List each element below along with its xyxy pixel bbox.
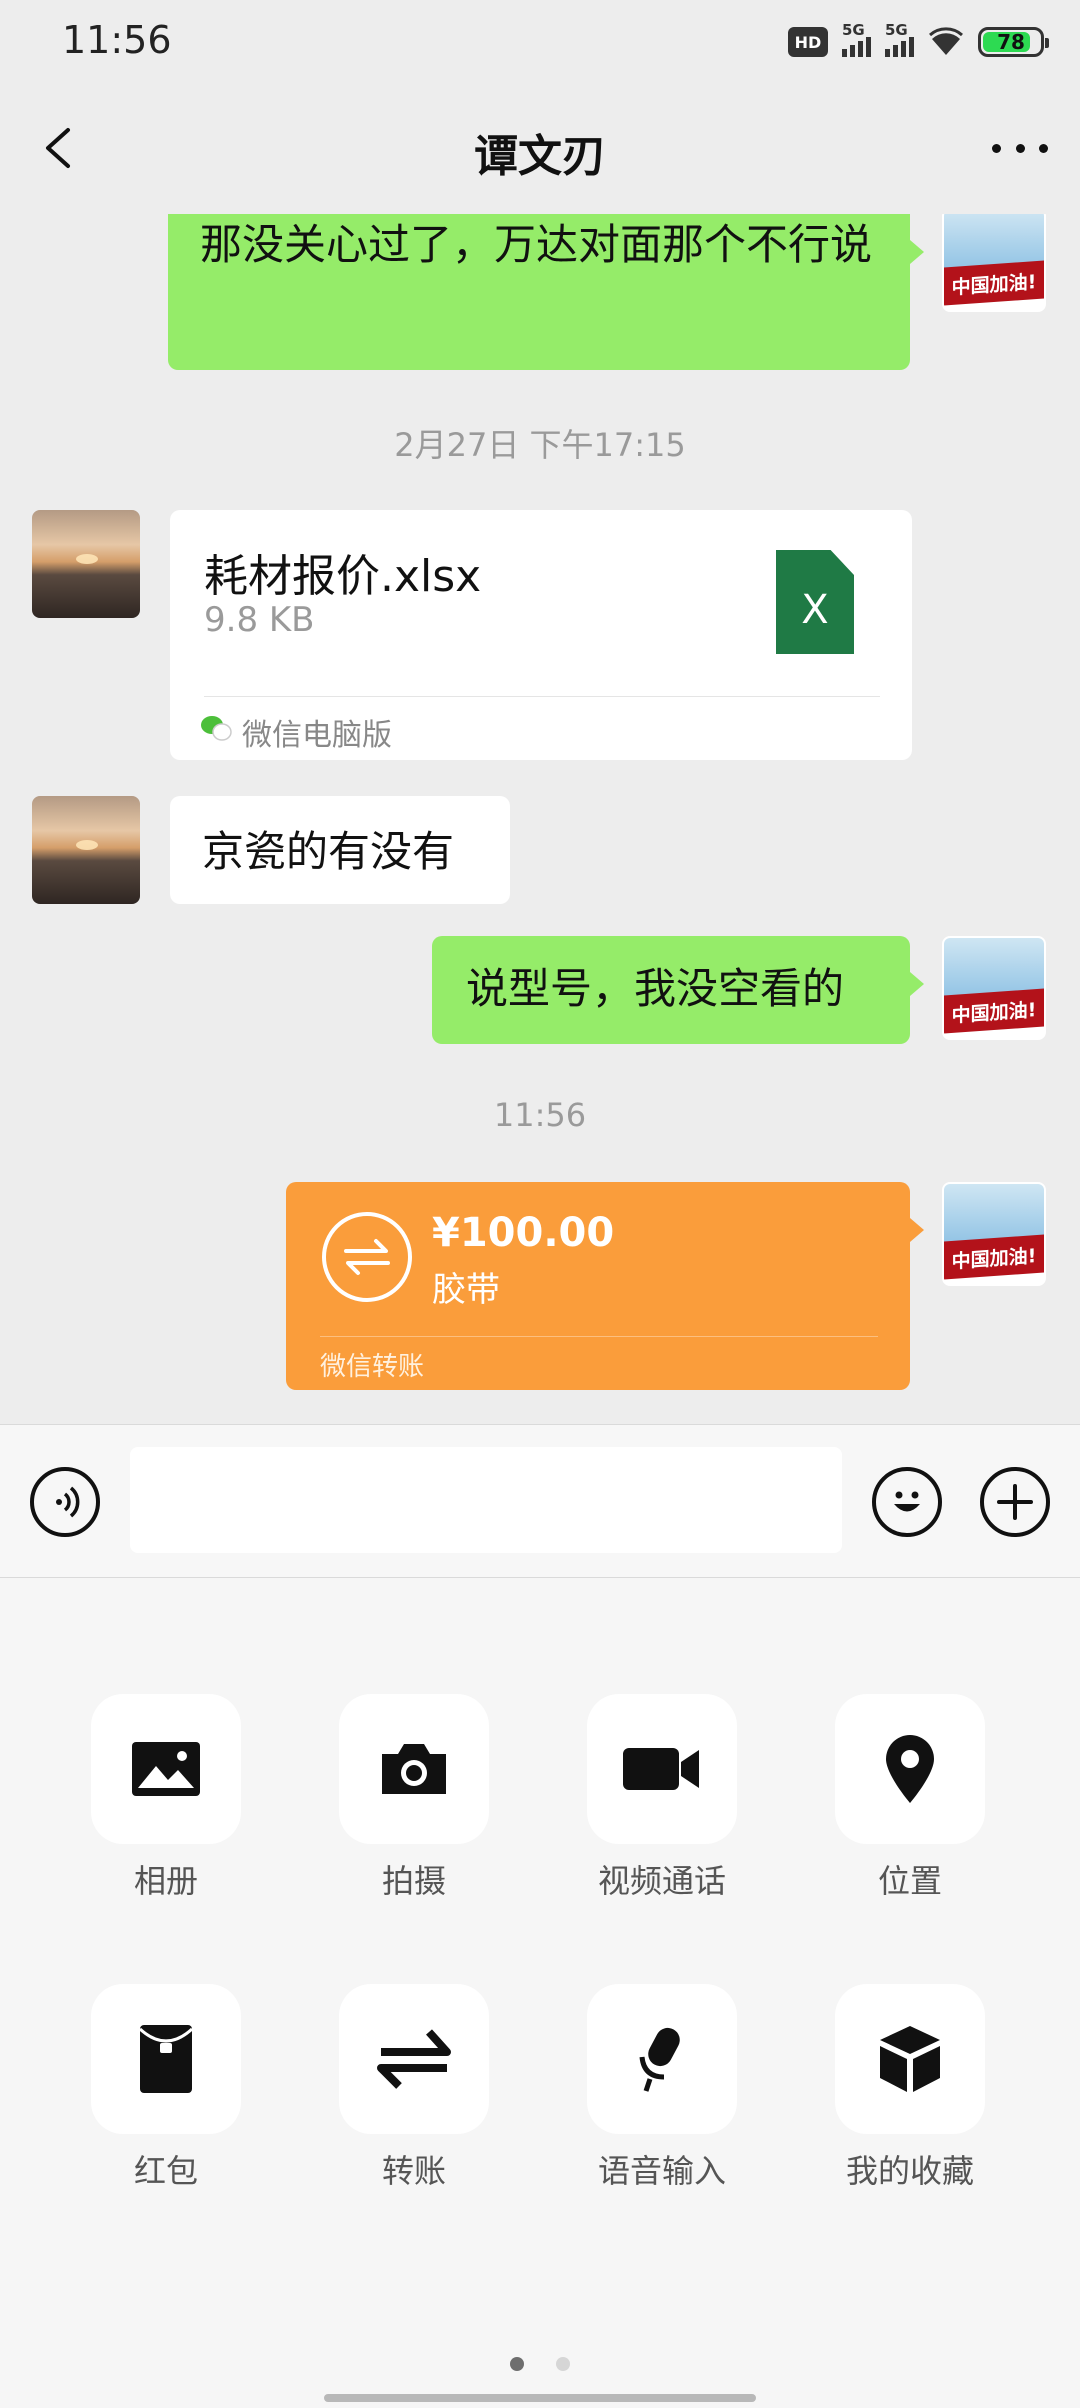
more-functions-panel: 相册 拍摄 视频通话 位置 红包 转账 语音输入 我的收藏 [0,1578,1080,2408]
wechat-pc-icon [201,716,232,741]
transfer-circle-icon [322,1212,412,1302]
plus-icon[interactable] [980,1467,1050,1537]
microphone-icon [639,2027,680,2092]
tool-label: 位置 [877,1862,942,1900]
tool-video-call[interactable] [587,1694,737,1844]
location-icon [886,1735,934,1803]
timestamp: 11:56 [493,1096,587,1134]
favorites-icon [880,2026,940,2092]
tool-voice-input[interactable] [587,1984,737,2134]
tool-red-packet[interactable] [91,1984,241,2134]
file-message[interactable]: 耗材报价.xlsx 9.8 KB X 微信电脑版 [170,510,912,760]
transfer-label: 微信转账 [320,1352,425,1382]
tool-label: 转账 [381,2152,446,2190]
tool-photo-album[interactable] [91,1694,241,1844]
tool-label: 相册 [133,1862,198,1900]
message-bubble-self[interactable]: 那没关心过了，万达对面那个不行说 [168,214,924,370]
status-bar: 11:56 HD 5G 5G 78 [0,0,1080,84]
tool-location[interactable] [835,1694,985,1844]
more-options-icon[interactable] [992,128,1048,168]
status-icons: HD 5G 5G 78 [788,21,1049,62]
tool-camera[interactable] [339,1694,489,1844]
transfer-message[interactable]: ¥100.00 胶带 微信转账 [286,1182,924,1390]
tool-label: 拍摄 [381,1862,446,1900]
divider [320,1336,878,1337]
avatar-self[interactable]: 中国加油! [942,214,1046,312]
tool-label: 视频通话 [597,1862,726,1900]
chat-title: 谭文刃 [474,131,606,182]
signal-label-2: 5G [885,21,908,39]
signal-label: 5G [842,21,865,39]
signal-5g-icon: 5G [842,21,871,57]
transfer-note: 胶带 [432,1270,500,1310]
divider [204,696,880,697]
file-size: 9.8 KB [204,600,315,640]
red-packet-icon [138,2025,194,2093]
battery-level: 78 [997,30,1025,54]
excel-file-icon: X [776,550,854,654]
avatar-banner-text: 中国加油! [944,1234,1044,1280]
message-bubble-self[interactable]: 说型号，我没空看的 [432,936,924,1044]
message-bubble-other[interactable]: 京瓷的有没有 [170,796,510,904]
message-text: 京瓷的有没有 [202,827,455,876]
message-list[interactable]: 那没关心过了，万达对面那个不行说 中国加油! 2月27日 下午17:15 耗材报… [0,214,1080,1424]
file-name: 耗材报价.xlsx [204,551,482,602]
excel-letter: X [801,587,829,633]
avatar-banner-text: 中国加油! [944,260,1044,306]
avatar-contact[interactable] [32,510,140,618]
tool-label: 红包 [133,2152,198,2190]
avatar-self[interactable]: 中国加油! [942,936,1046,1040]
tool-label: 语音输入 [597,2152,726,2190]
page-dot-active[interactable] [510,2357,524,2371]
avatar-banner-text: 中国加油! [944,988,1044,1034]
tool-favorites[interactable] [835,1984,985,2134]
transfer-amount: ¥100.00 [432,1210,615,1256]
home-indicator[interactable] [324,2394,756,2402]
message-input[interactable] [130,1447,842,1553]
wifi-icon [929,27,963,55]
message-text: 那没关心过了，万达对面那个不行说 [200,220,873,269]
emoji-icon[interactable] [872,1467,942,1537]
tool-transfer[interactable] [339,1984,489,2134]
tool-label: 我的收藏 [845,2152,974,2190]
input-bar [0,1424,1080,1578]
camera-icon [382,1744,446,1794]
file-source: 微信电脑版 [242,718,392,753]
transfer-icon [377,2029,451,2089]
battery-icon: 78 [978,27,1049,57]
avatar-self[interactable]: 中国加油! [942,1182,1046,1286]
chat-header: 谭文刃 [0,84,1080,214]
voice-toggle-icon[interactable] [30,1467,100,1537]
page-dot[interactable] [556,2357,570,2371]
avatar-contact[interactable] [32,796,140,904]
status-time: 11:56 [62,18,172,62]
video-call-icon [623,1748,699,1790]
signal-5g-icon-2: 5G [885,21,914,57]
hd-voice-icon: HD [788,27,828,57]
message-text: 说型号，我没空看的 [466,964,845,1013]
timestamp: 2月27日 下午17:15 [394,426,686,464]
photo-album-icon [132,1742,200,1796]
